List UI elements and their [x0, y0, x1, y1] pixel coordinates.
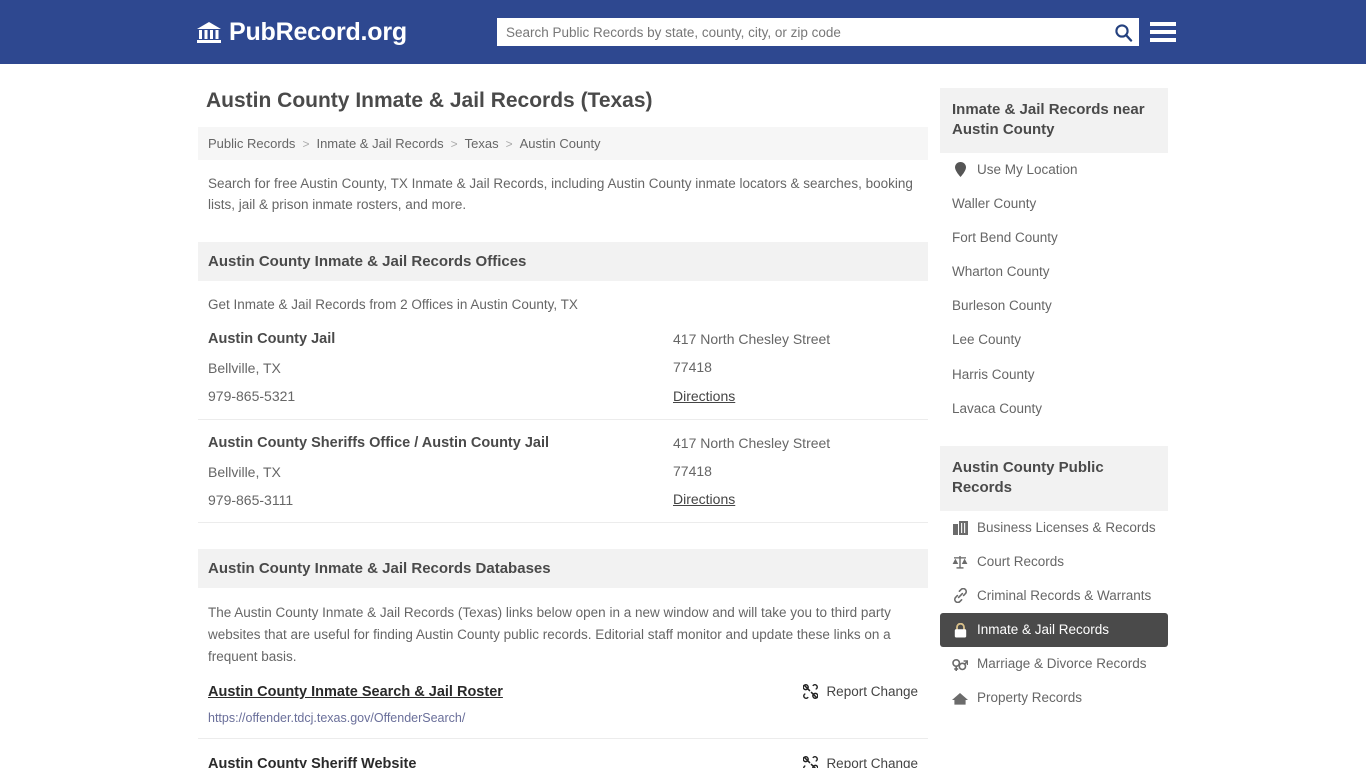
database-row: Austin County Inmate Search & Jail Roste…: [198, 667, 928, 739]
sidebar-item-label: Use My Location: [977, 161, 1078, 177]
sidebar-item-court-records[interactable]: Court Records: [940, 545, 1168, 579]
breadcrumb-item-inmate-jail-records[interactable]: Inmate & Jail Records: [316, 136, 443, 151]
office-row: Austin County Sheriffs Office / Austin C…: [198, 420, 928, 524]
search-bar: [497, 18, 1139, 46]
search-input[interactable]: [498, 19, 1108, 45]
office-zip: 77418: [673, 463, 712, 480]
breadcrumb-separator: >: [450, 136, 458, 151]
sidebar-item-lavaca-county[interactable]: Lavaca County: [940, 392, 1168, 426]
sidebar-item-label: Court Records: [977, 553, 1065, 569]
sidebar-item-label: Burleson County: [952, 298, 1052, 314]
breadcrumb-item-austin-county[interactable]: Austin County: [520, 136, 601, 151]
page-body: Austin County Inmate & Jail Records (Tex…: [0, 64, 1366, 768]
office-details: Austin County Sheriffs Office / Austin C…: [208, 434, 673, 509]
bank-building-icon: [196, 20, 222, 44]
sidebar-item-fort-bend-county[interactable]: Fort Bend County: [940, 221, 1168, 255]
sidebar-item-criminal-records[interactable]: Criminal Records & Warrants: [940, 579, 1168, 613]
hamburger-menu-icon[interactable]: [1150, 18, 1176, 46]
sidebar-item-label: Marriage & Divorce Records: [977, 656, 1147, 672]
report-change-label: Report Change: [826, 684, 918, 700]
office-street: 417 North Chesley Street: [673, 330, 831, 347]
database-row: Austin County Sheriff Website http://www…: [198, 739, 928, 768]
main-column: Austin County Inmate & Jail Records (Tex…: [198, 88, 928, 768]
sidebar-item-lee-county[interactable]: Lee County: [940, 323, 1168, 357]
database-link-url[interactable]: https://offender.tdcj.texas.gov/Offender…: [208, 711, 503, 726]
sidebar-item-label: Fort Bend County: [952, 229, 1058, 245]
databases-section-heading: Austin County Inmate & Jail Records Data…: [198, 549, 928, 589]
sidebar-item-harris-county[interactable]: Harris County: [940, 358, 1168, 392]
gender-symbols-icon: [952, 656, 968, 672]
office-phone: 979-865-3111: [208, 492, 294, 508]
content-container: Austin County Inmate & Jail Records (Tex…: [198, 64, 1168, 768]
report-change-button[interactable]: Report Change: [803, 755, 918, 768]
office-name: Austin County Sheriffs Office / Austin C…: [208, 434, 550, 451]
office-city-state: Bellville, TX: [208, 463, 281, 480]
breadcrumb: Public Records > Inmate & Jail Records >…: [198, 127, 928, 161]
scales-of-justice-icon: [952, 554, 968, 570]
sidebar-item-business-licenses[interactable]: Business Licenses & Records: [940, 511, 1168, 545]
breadcrumb-separator: >: [505, 136, 513, 151]
page-title: Austin County Inmate & Jail Records (Tex…: [206, 89, 653, 112]
sidebar-item-inmate-jail-records[interactable]: Inmate & Jail Records: [940, 613, 1168, 648]
sidebar-item-label: Waller County: [952, 195, 1037, 211]
search-button[interactable]: [1108, 19, 1138, 45]
databases-section-description: The Austin County Inmate & Jail Records …: [208, 605, 891, 664]
database-link-group: Austin County Sheriff Website http://www…: [208, 755, 416, 768]
breadcrumb-separator: >: [302, 136, 310, 151]
sidebar-item-label: Inmate & Jail Records: [977, 622, 1110, 638]
unlink-icon: [803, 755, 819, 768]
page-intro-text: Search for free Austin County, TX Inmate…: [208, 176, 913, 213]
database-link-title[interactable]: Austin County Inmate Search & Jail Roste…: [208, 684, 503, 701]
office-row: Austin County Jail Bellville, TX 979-865…: [198, 316, 928, 420]
sidebar-public-records-block: Austin County Public Records Business Li…: [940, 446, 1168, 716]
offices-section-subtitle: Get Inmate & Jail Records from 2 Offices…: [208, 297, 578, 313]
map-pin-icon: [952, 162, 968, 178]
office-details: Austin County Jail Bellville, TX 979-865…: [208, 330, 673, 405]
sidebar-item-waller-county[interactable]: Waller County: [940, 187, 1168, 221]
chain-link-icon: [952, 588, 968, 604]
offices-section-heading: Austin County Inmate & Jail Records Offi…: [198, 242, 928, 282]
directions-link[interactable]: Directions: [673, 388, 735, 404]
sidebar-nearby-list: Use My Location Waller County Fort Bend …: [940, 153, 1168, 427]
site-logo-text: PubRecord.org: [229, 17, 407, 46]
site-header: PubRecord.org: [0, 0, 1366, 64]
directions-link[interactable]: Directions: [673, 491, 735, 507]
sidebar-public-records-list: Business Licenses & Records Court Record…: [940, 511, 1168, 716]
office-name: Austin County Jail: [208, 330, 336, 347]
breadcrumb-item-texas[interactable]: Texas: [465, 136, 499, 151]
sidebar: Inmate & Jail Records near Austin County…: [928, 88, 1168, 768]
office-phone: 979-865-5321: [208, 388, 296, 405]
sidebar-item-wharton-county[interactable]: Wharton County: [940, 255, 1168, 289]
sidebar-public-records-heading: Austin County Public Records: [940, 446, 1168, 511]
office-address: 417 North Chesley Street 77418 Direction…: [673, 434, 918, 509]
site-logo[interactable]: PubRecord.org: [196, 17, 407, 46]
sidebar-item-label: Business Licenses & Records: [977, 519, 1156, 535]
sidebar-item-label: Property Records: [977, 690, 1083, 706]
sidebar-item-burleson-county[interactable]: Burleson County: [940, 289, 1168, 323]
unlink-icon: [803, 684, 819, 700]
sidebar-item-label: Wharton County: [952, 264, 1050, 280]
sidebar-item-label: Criminal Records & Warrants: [977, 587, 1152, 603]
sidebar-item-marriage-divorce-records[interactable]: Marriage & Divorce Records: [940, 647, 1168, 681]
sidebar-item-property-records[interactable]: Property Records: [940, 681, 1168, 715]
sidebar-item-label: Lavaca County: [952, 400, 1043, 416]
report-change-button[interactable]: Report Change: [803, 683, 918, 699]
office-address: 417 North Chesley Street 77418 Direction…: [673, 330, 918, 405]
lock-icon: [952, 622, 968, 638]
office-zip: 77418: [673, 359, 712, 376]
report-change-label: Report Change: [826, 755, 918, 768]
sidebar-nearby-heading: Inmate & Jail Records near Austin County: [940, 88, 1168, 153]
sidebar-item-label: Lee County: [952, 332, 1022, 348]
sidebar-item-use-my-location[interactable]: Use My Location: [940, 153, 1168, 187]
office-street: 417 North Chesley Street: [673, 434, 831, 451]
office-city-state: Bellville, TX: [208, 359, 281, 376]
sidebar-item-label: Harris County: [952, 366, 1035, 382]
house-icon: [952, 691, 968, 707]
database-link-group: Austin County Inmate Search & Jail Roste…: [208, 683, 503, 725]
breadcrumb-item-public-records[interactable]: Public Records: [208, 136, 295, 151]
database-link-title[interactable]: Austin County Sheriff Website: [208, 756, 416, 768]
briefcase-icon: [952, 520, 968, 536]
